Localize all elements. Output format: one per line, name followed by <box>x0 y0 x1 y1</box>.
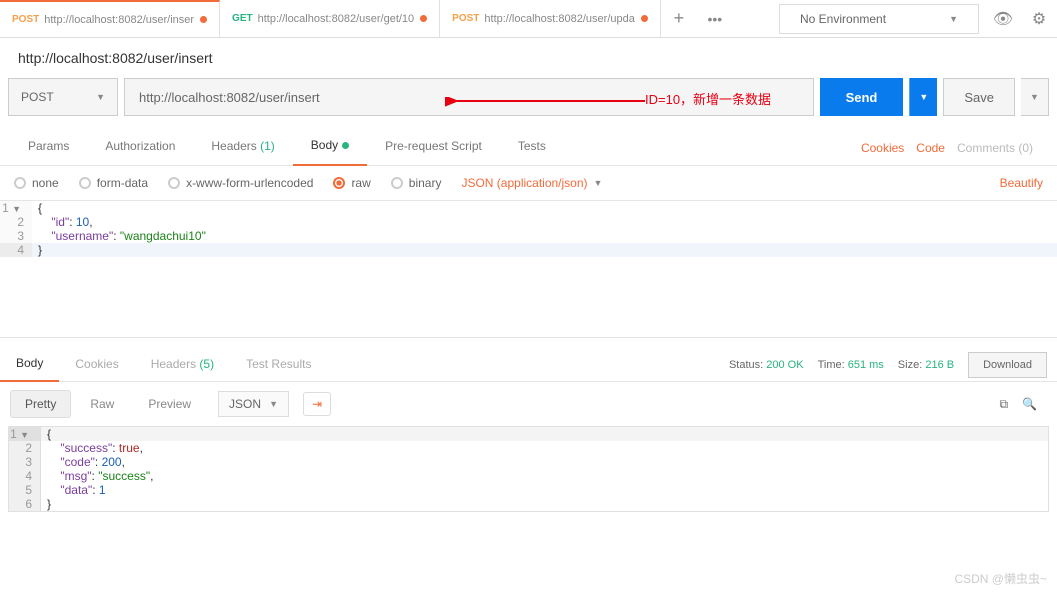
request-body-editor[interactable]: 1 ▼{ 2 "id": 10, 3 "username": "wangdach… <box>0 200 1057 257</box>
environment-selector[interactable]: No Environment ▼ <box>779 4 979 34</box>
settings-icon[interactable]: ⚙ <box>1021 1 1057 37</box>
cookies-link[interactable]: Cookies <box>861 141 904 155</box>
tab-headers[interactable]: Headers (1) <box>193 131 292 165</box>
method-selector[interactable]: POST ▼ <box>8 78 118 116</box>
comments-link[interactable]: Comments (0) <box>957 141 1033 155</box>
body-type-formdata[interactable]: form-data <box>79 176 148 190</box>
tab-1[interactable]: GET http://localhost:8082/user/get/10 <box>220 0 440 37</box>
annotation-arrow-icon <box>445 97 645 115</box>
body-type-none[interactable]: none <box>14 176 59 190</box>
url-input[interactable]: http://localhost:8082/user/insert ID=10，… <box>124 78 814 116</box>
tab-url: http://localhost:8082/user/upda <box>484 13 634 25</box>
body-indicator-icon <box>342 142 349 149</box>
more-tabs-button[interactable]: ••• <box>697 0 733 37</box>
env-label: No Environment <box>800 12 886 26</box>
tab-params[interactable]: Params <box>10 131 87 165</box>
save-button[interactable]: Save <box>943 78 1015 116</box>
method-badge: GET <box>232 13 253 24</box>
tab-authorization[interactable]: Authorization <box>87 131 193 165</box>
search-icon[interactable]: 🔍 <box>1022 397 1037 412</box>
watermark: CSDN @懒虫虫~ <box>954 570 1047 587</box>
save-dropdown[interactable]: ▼ <box>1021 78 1049 116</box>
tab-body[interactable]: Body <box>293 130 367 166</box>
tab-2[interactable]: POST http://localhost:8082/user/upda <box>440 0 661 37</box>
content-type-selector[interactable]: JSON (application/json)▼ <box>461 176 602 190</box>
request-tabs: POST http://localhost:8082/user/inser GE… <box>0 0 773 37</box>
resp-tab-headers[interactable]: Headers (5) <box>135 349 230 381</box>
size-label: Size: 216 B <box>898 359 954 371</box>
chevron-down-icon: ▼ <box>96 92 105 102</box>
view-raw[interactable]: Raw <box>75 390 129 418</box>
status-label: Status: 200 OK <box>729 359 804 371</box>
view-preview[interactable]: Preview <box>133 390 206 418</box>
resp-format-selector[interactable]: JSON▼ <box>218 391 289 417</box>
send-button[interactable]: Send <box>820 78 904 116</box>
send-dropdown[interactable]: ▼ <box>909 78 937 116</box>
tab-url: http://localhost:8082/user/inser <box>44 14 194 26</box>
request-title: http://localhost:8082/user/insert <box>0 38 1057 78</box>
wrap-lines-icon[interactable]: ⇥ <box>303 392 331 416</box>
method-badge: POST <box>12 14 39 25</box>
tab-tests[interactable]: Tests <box>500 131 564 165</box>
method-badge: POST <box>452 13 479 24</box>
unsaved-dot-icon <box>200 16 207 23</box>
resp-tab-tests[interactable]: Test Results <box>230 349 327 381</box>
tab-prerequest[interactable]: Pre-request Script <box>367 131 500 165</box>
resp-tab-cookies[interactable]: Cookies <box>59 349 134 381</box>
new-tab-button[interactable]: + <box>661 0 697 37</box>
tab-0[interactable]: POST http://localhost:8082/user/inser <box>0 0 220 37</box>
download-button[interactable]: Download <box>968 352 1047 378</box>
chevron-down-icon: ▼ <box>949 14 958 24</box>
unsaved-dot-icon <box>641 15 648 22</box>
beautify-link[interactable]: Beautify <box>1000 176 1043 190</box>
code-link[interactable]: Code <box>916 141 945 155</box>
body-type-raw[interactable]: raw <box>333 176 370 190</box>
copy-icon[interactable]: ⧉ <box>999 397 1008 412</box>
body-type-urlencoded[interactable]: x-www-form-urlencoded <box>168 176 313 190</box>
time-label: Time: 651 ms <box>818 359 884 371</box>
view-pretty[interactable]: Pretty <box>10 390 71 418</box>
unsaved-dot-icon <box>420 15 427 22</box>
response-body[interactable]: 1 ▼{ 2 "success": true, 3 "code": 200, 4… <box>8 426 1049 512</box>
env-quicklook-icon[interactable]: 👁 <box>985 1 1021 37</box>
annotation-text: ID=10，新增一条数据 <box>645 89 771 108</box>
resp-tab-body[interactable]: Body <box>0 348 59 382</box>
tab-url: http://localhost:8082/user/get/10 <box>258 13 415 25</box>
body-type-binary[interactable]: binary <box>391 176 442 190</box>
